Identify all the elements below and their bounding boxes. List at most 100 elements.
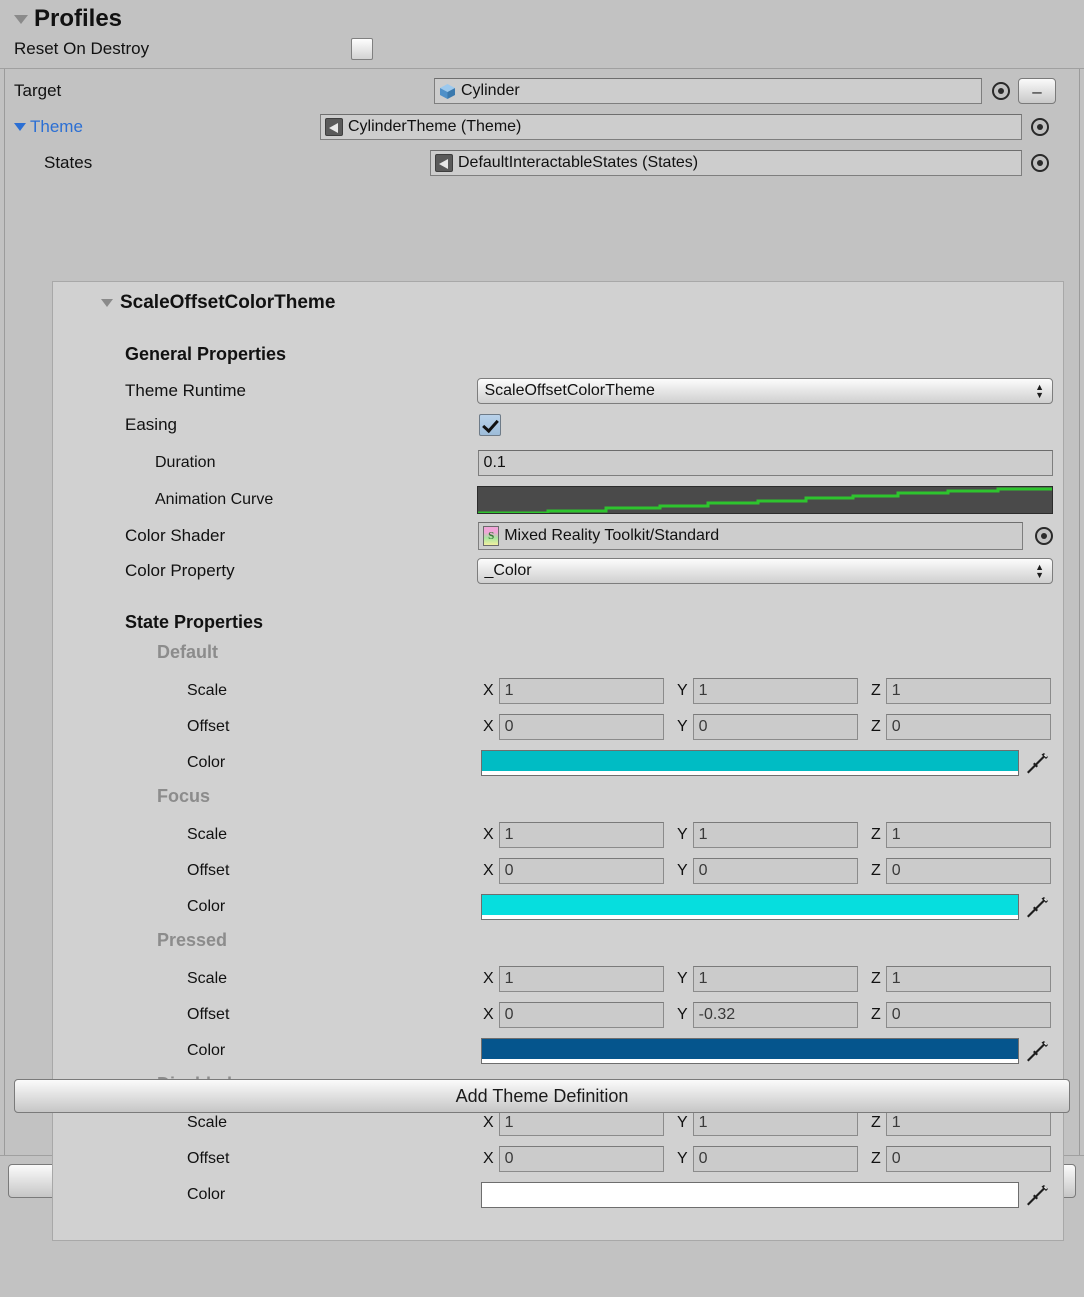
color-shader-object-field[interactable]: S Mixed Reality Toolkit/Standard	[478, 522, 1024, 550]
offset-x-cell: X0	[483, 858, 677, 884]
states-object-picker-icon[interactable]	[1031, 154, 1049, 172]
state-properties-heading: State Properties	[125, 612, 264, 632]
scale-y-cell: Y1	[677, 966, 871, 992]
scale-z-cell: Z1	[871, 822, 1057, 848]
general-properties-heading: General Properties	[125, 344, 287, 364]
color-property-label: Color Property	[125, 561, 235, 580]
easing-row: Easing	[125, 414, 1053, 436]
scale-x-field[interactable]: 1	[498, 1110, 664, 1136]
axis-label-z: Z	[871, 1150, 881, 1167]
scale-row: Scale X 1 Y 1 Z 1	[53, 678, 1063, 704]
offset-z-cell: Z0	[871, 1002, 1057, 1028]
axis-label-x: X	[483, 1150, 494, 1167]
profile-panel: Target Cylinder – Theme CylinderTheme (T…	[0, 68, 1084, 1241]
color-swatch[interactable]	[481, 750, 1019, 776]
axis-label-x: X	[483, 1006, 494, 1023]
axis-label-y: Y	[677, 1114, 688, 1131]
offset-x-field[interactable]: 0	[498, 714, 664, 740]
scale-z-field[interactable]: 1	[885, 966, 1051, 992]
scale-x-field[interactable]: 1	[498, 822, 664, 848]
color-swatch[interactable]	[481, 1182, 1019, 1208]
scale-y-field[interactable]: 1	[692, 1110, 858, 1136]
target-label: Target	[14, 81, 62, 100]
scale-x-field[interactable]: 1	[498, 966, 664, 992]
offset-y-cell: Y -0.32	[677, 1002, 871, 1028]
eyedropper-icon[interactable]	[1027, 1038, 1051, 1064]
color-shader-value: Mixed Reality Toolkit/Standard	[504, 527, 720, 544]
shader-icon: S	[483, 526, 500, 546]
scriptable-object-icon	[325, 118, 343, 136]
offset-row: Offset X 0 Y 0 Z 0	[53, 1146, 1063, 1172]
color-swatch[interactable]	[481, 1038, 1019, 1064]
theme-object-field[interactable]: CylinderTheme (Theme)	[320, 114, 1022, 140]
scale-z-field[interactable]: 1	[885, 678, 1051, 704]
states-object-field[interactable]: DefaultInteractableStates (States)	[430, 150, 1022, 176]
eyedropper-icon[interactable]	[1027, 1182, 1051, 1208]
target-object-picker-icon[interactable]	[992, 82, 1010, 100]
cube-icon	[439, 83, 456, 100]
offset-x-field[interactable]: 0	[498, 1146, 664, 1172]
offset-label: Offset	[187, 1150, 230, 1167]
axis-label-y: Y	[677, 1150, 688, 1167]
scale-z-cell: Z1	[871, 966, 1057, 992]
offset-z-field[interactable]: 0	[885, 714, 1051, 740]
reset-on-destroy-checkbox[interactable]	[351, 38, 374, 60]
page-title: Profiles	[34, 5, 123, 32]
offset-x-field[interactable]: 0	[498, 858, 664, 884]
offset-y-field[interactable]: 0	[692, 1146, 858, 1172]
chevron-down-icon	[14, 14, 28, 24]
scale-z-field[interactable]: 1	[885, 1110, 1051, 1136]
state-heading: Focus	[157, 786, 211, 806]
profiles-header: Profiles Reset On Destroy	[0, 0, 1084, 64]
states-label: States	[44, 153, 93, 172]
target-object-field[interactable]: Cylinder	[434, 78, 982, 104]
offset-z-field[interactable]: 0	[885, 858, 1051, 884]
theme-runtime-value: ScaleOffsetColorTheme	[484, 382, 655, 399]
states-row: States DefaultInteractableStates (States…	[14, 145, 1074, 181]
offset-y-field[interactable]: 0	[692, 858, 858, 884]
offset-z-field[interactable]: 0	[885, 1002, 1051, 1028]
offset-y-cell: Y0	[677, 714, 871, 740]
axis-label-z: Z	[871, 1006, 881, 1023]
offset-label: Offset	[187, 1006, 230, 1023]
offset-z-cell: Z0	[871, 714, 1057, 740]
remove-profile-button[interactable]: –	[1018, 78, 1056, 104]
theme-foldout[interactable]	[14, 123, 30, 131]
axis-label-x: X	[483, 718, 494, 735]
color-swatch[interactable]	[481, 894, 1019, 920]
axis-label-y: Y	[677, 718, 688, 735]
reset-on-destroy-label: Reset On Destroy	[14, 39, 150, 58]
eyedropper-icon[interactable]	[1027, 750, 1051, 776]
add-theme-definition-button[interactable]: Add Theme Definition	[14, 1079, 1070, 1113]
axis-label-z: Z	[871, 1114, 881, 1131]
color-property-dropdown[interactable]: _Color ▲ ▼	[477, 558, 1053, 584]
offset-y-field[interactable]: 0	[692, 714, 858, 740]
theme-runtime-dropdown[interactable]: ScaleOffsetColorTheme ▲ ▼	[477, 378, 1053, 404]
duration-field[interactable]: 0.1	[477, 450, 1053, 476]
duration-value: 0.1	[483, 454, 506, 471]
profiles-foldout[interactable]: Profiles	[8, 4, 1084, 34]
theme-section-foldout[interactable]: ScaleOffsetColorTheme	[101, 292, 335, 314]
theme-object-picker-icon[interactable]	[1031, 118, 1049, 136]
color-shader-object-picker-icon[interactable]	[1035, 527, 1053, 545]
scale-y-field[interactable]: 1	[692, 678, 858, 704]
scale-x-field[interactable]: 1	[498, 678, 664, 704]
eyedropper-icon[interactable]	[1027, 894, 1051, 920]
alpha-bar	[482, 1059, 1018, 1063]
axis-label-y: Y	[677, 826, 688, 843]
offset-z-field[interactable]: 0	[885, 1146, 1051, 1172]
chevron-down-icon	[101, 299, 113, 307]
scale-label: Scale	[187, 682, 228, 699]
offset-y-field[interactable]: -0.32	[692, 1002, 858, 1028]
scale-y-field[interactable]: 1	[692, 966, 858, 992]
states-value: DefaultInteractableStates (States)	[458, 154, 699, 171]
scale-z-field[interactable]: 1	[885, 822, 1051, 848]
chevron-updown-icon: ▲ ▼	[1035, 562, 1044, 580]
axis-label-x: X	[483, 682, 494, 699]
axis-label-y: Y	[677, 862, 688, 879]
easing-checkbox[interactable]	[479, 414, 501, 436]
scale-y-field[interactable]: 1	[692, 822, 858, 848]
animation-curve-field[interactable]	[476, 486, 1053, 514]
offset-x-field[interactable]: 0	[498, 1002, 664, 1028]
add-theme-definition-wrap: Add Theme Definition	[14, 1079, 1070, 1113]
